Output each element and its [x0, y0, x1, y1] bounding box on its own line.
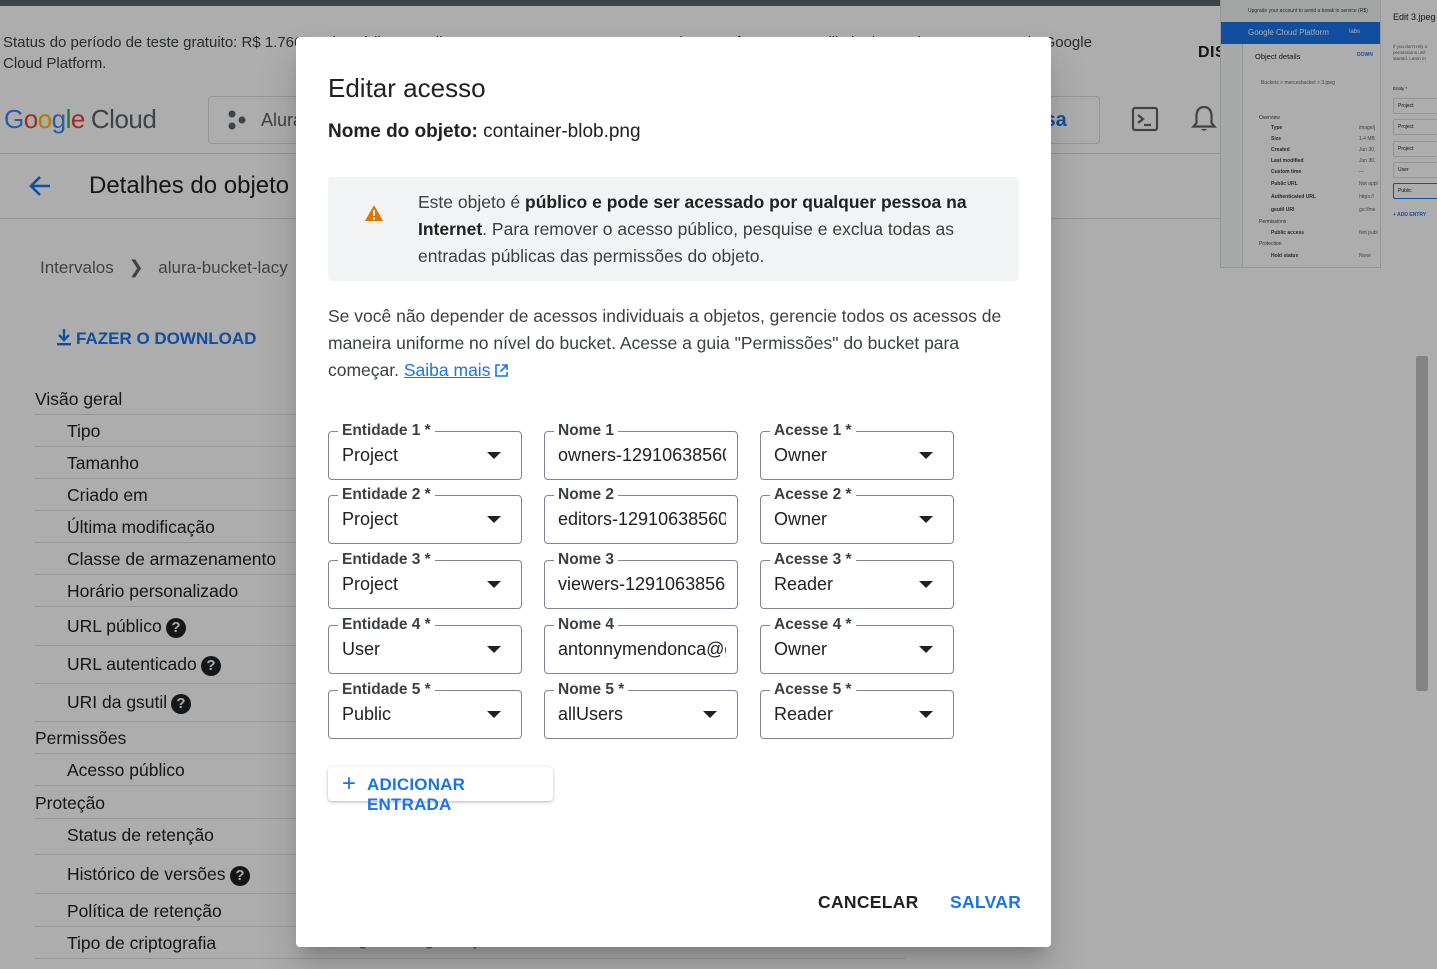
field-label: Acesse 5 * — [770, 681, 856, 699]
field-label: Acesse 2 * — [770, 486, 856, 504]
entity-select-1[interactable]: Entidade 1 * Project — [328, 422, 522, 480]
dropdown-arrow-icon — [919, 452, 933, 459]
object-name-value: container-blob.png — [483, 121, 641, 142]
cancel-button[interactable]: CANCELAR — [818, 892, 919, 913]
field-label: Nome 5 * — [554, 681, 629, 699]
public-access-warning: Este objeto é público e pode ser acessad… — [328, 177, 1019, 281]
field-label: Entidade 3 * — [338, 551, 435, 569]
add-entry-button[interactable]: + ADICIONAR ENTRADA — [328, 767, 553, 814]
uniform-access-info: Se você não depender de acessos individu… — [328, 306, 1002, 380]
field-value: Reader — [774, 704, 834, 724]
field-label: Entidade 2 * — [338, 486, 435, 504]
field-value: Owner — [774, 509, 828, 529]
name-field-1[interactable]: Nome 1 owners-12910638560 — [544, 422, 738, 480]
field-label: Acesse 3 * — [770, 551, 856, 569]
entity-select-2[interactable]: Entidade 2 * Project — [328, 486, 522, 544]
dropdown-arrow-icon — [487, 646, 501, 653]
entity-select-5[interactable]: Entidade 5 * Public — [328, 681, 522, 739]
plus-icon: + — [342, 770, 357, 797]
access-select-2[interactable]: Acesse 2 * Owner — [760, 486, 954, 544]
field-label: Nome 2 — [554, 486, 618, 504]
field-value: Reader — [774, 574, 834, 594]
field-value: Project — [342, 509, 399, 529]
name-field-2[interactable]: Nome 2 editors-12910638560 — [544, 486, 738, 544]
save-button[interactable]: SALVAR — [950, 892, 1021, 913]
field-value: Project — [342, 574, 399, 594]
learn-more-link[interactable]: Saiba mais — [404, 360, 491, 380]
field-label: Entidade 5 * — [338, 681, 435, 699]
field-value: allUsers — [558, 704, 624, 724]
name-field-5[interactable]: Nome 5 * allUsers — [544, 681, 738, 739]
field-label: Entidade 4 * — [338, 616, 435, 634]
dropdown-arrow-icon — [919, 711, 933, 718]
field-value: Public — [342, 704, 392, 724]
access-select-4[interactable]: Acesse 4 * Owner — [760, 616, 954, 674]
field-label: Nome 1 — [554, 422, 618, 440]
field-label: Nome 3 — [554, 551, 618, 569]
object-name: Nome do objeto: container-blob.png — [328, 121, 641, 142]
warning-icon — [365, 205, 383, 221]
field-value: editors-12910638560 — [558, 509, 726, 529]
external-link-icon[interactable] — [494, 363, 509, 378]
access-select-3[interactable]: Acesse 3 * Reader — [760, 551, 954, 609]
dialog-title: Editar acesso — [328, 73, 486, 103]
dropdown-arrow-icon — [487, 581, 501, 588]
field-value: User — [342, 639, 381, 659]
access-select-1[interactable]: Acesse 1 * Owner — [760, 422, 954, 480]
dropdown-arrow-icon — [487, 516, 501, 523]
entity-select-3[interactable]: Entidade 3 * Project — [328, 551, 522, 609]
field-value: Owner — [774, 639, 828, 659]
dropdown-arrow-icon — [919, 581, 933, 588]
field-value: antonnymendonca@gmail.com — [558, 639, 726, 659]
dropdown-arrow-icon — [487, 452, 501, 459]
field-value: owners-12910638560 — [558, 445, 726, 465]
field-label: Entidade 1 * — [338, 422, 435, 440]
name-field-4[interactable]: Nome 4 antonnymendonca@gmail.com — [544, 616, 738, 674]
dropdown-arrow-icon — [919, 516, 933, 523]
name-field-3[interactable]: Nome 3 viewers-12910638560 — [544, 551, 738, 609]
field-label: Acesse 4 * — [770, 616, 856, 634]
dropdown-arrow-icon — [487, 711, 501, 718]
field-label: Acesse 1 * — [770, 422, 856, 440]
entity-select-4[interactable]: Entidade 4 * User — [328, 616, 522, 674]
access-select-5[interactable]: Acesse 5 * Reader — [760, 681, 954, 739]
field-label: Nome 4 — [554, 616, 618, 634]
field-value: Project — [342, 445, 399, 465]
field-value: viewers-12910638560 — [558, 574, 726, 594]
dropdown-arrow-icon — [919, 646, 933, 653]
field-value: Owner — [774, 445, 828, 465]
edit-access-dialog: Editar acesso Nome do objeto: container-… — [296, 37, 1051, 947]
warning-text: Este objeto é público e pode ser acessad… — [418, 192, 967, 266]
dropdown-arrow-icon — [703, 711, 717, 718]
